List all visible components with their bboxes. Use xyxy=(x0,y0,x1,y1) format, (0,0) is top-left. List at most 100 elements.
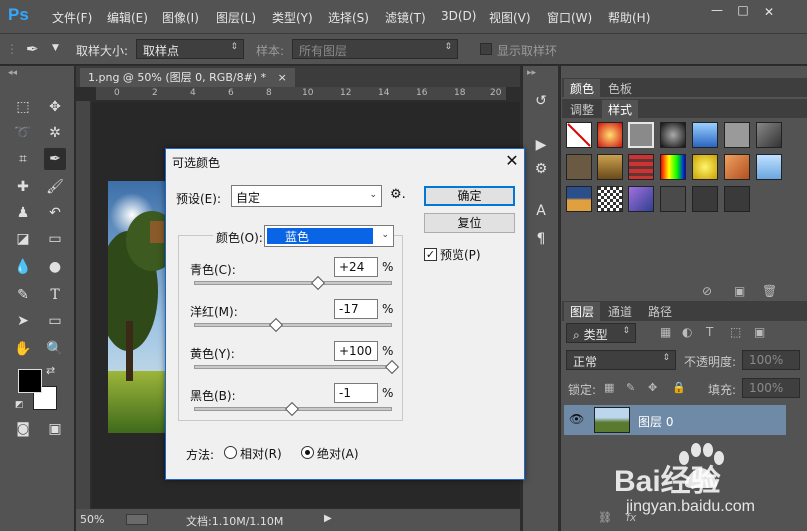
menu-window[interactable]: 窗口(W) xyxy=(547,9,592,26)
style-swatch[interactable] xyxy=(724,122,750,148)
minimize-button[interactable]: — xyxy=(706,2,728,18)
foreground-color-swatch[interactable] xyxy=(18,369,42,393)
actions-panel-icon[interactable]: ▶ xyxy=(530,134,552,156)
style-swatch[interactable] xyxy=(597,122,623,148)
ok-button[interactable]: 确定 xyxy=(424,186,515,206)
tab-color[interactable]: 颜色 xyxy=(564,79,601,98)
screen-mode-icon[interactable]: ▣ xyxy=(44,418,66,440)
layer-style-icon[interactable]: fx xyxy=(626,511,636,524)
tab-channels[interactable]: 通道 xyxy=(602,302,638,321)
healing-brush-tool-icon[interactable]: ✚ xyxy=(12,176,34,198)
preview-checkbox[interactable]: ✓ xyxy=(424,248,437,261)
tab-paths[interactable]: 路径 xyxy=(642,302,678,321)
lock-pixels-icon[interactable]: ✎ xyxy=(626,381,635,394)
clear-style-icon[interactable]: ⊘ xyxy=(702,284,712,298)
visibility-eye-icon[interactable]: 👁 xyxy=(569,412,584,426)
swap-colors-icon[interactable]: ⇄ xyxy=(46,364,55,377)
maximize-button[interactable]: □ xyxy=(732,2,754,18)
style-swatch[interactable] xyxy=(724,154,750,180)
show-ring-checkbox[interactable] xyxy=(480,43,492,55)
style-swatch[interactable] xyxy=(628,186,654,212)
tab-adjustments[interactable]: 调整 xyxy=(564,100,600,119)
lock-all-icon[interactable]: 🔒 xyxy=(672,381,686,394)
quick-mask-icon[interactable]: ◙ xyxy=(12,418,34,440)
move-tool-icon[interactable]: ✥ xyxy=(44,96,66,118)
menu-edit[interactable]: 编辑(E) xyxy=(107,9,148,26)
tab-styles[interactable]: 样式 xyxy=(602,100,639,119)
menu-type[interactable]: 类型(Y) xyxy=(272,9,313,26)
style-swatch[interactable] xyxy=(566,154,592,180)
dialog-close-button[interactable]: ✕ xyxy=(502,151,522,171)
menu-file[interactable]: 文件(F) xyxy=(52,9,92,26)
status-preview-icon[interactable] xyxy=(126,514,148,525)
status-menu-arrow-icon[interactable]: ▶ xyxy=(324,513,332,524)
path-selection-tool-icon[interactable]: ➤ xyxy=(12,310,34,332)
chevron-down-icon[interactable]: ▼ xyxy=(52,43,59,53)
filter-type-icon[interactable]: T xyxy=(706,325,713,339)
character-panel-icon[interactable]: A xyxy=(530,200,552,222)
style-swatch[interactable] xyxy=(566,122,592,148)
style-swatch[interactable] xyxy=(597,154,623,180)
style-swatch[interactable] xyxy=(692,154,718,180)
sample-select[interactable]: 所有图层 ⇕ xyxy=(292,39,458,59)
type-tool-icon[interactable]: T xyxy=(44,284,66,306)
layer-row[interactable]: 👁 图层 0 xyxy=(564,405,786,435)
menu-image[interactable]: 图像(I) xyxy=(162,9,199,26)
style-swatch[interactable] xyxy=(756,154,782,180)
sample-size-select[interactable]: 取样点 ⇕ xyxy=(136,39,244,59)
style-swatch[interactable] xyxy=(597,186,623,212)
style-swatch[interactable] xyxy=(692,122,718,148)
tab-swatches[interactable]: 色板 xyxy=(602,79,638,98)
brush-tool-icon[interactable]: 🖌 xyxy=(44,176,66,198)
history-panel-icon[interactable]: ↺ xyxy=(530,90,552,112)
fill-input[interactable]: 100% xyxy=(742,378,800,398)
preset-select[interactable]: 自定 ⌄ xyxy=(231,185,382,207)
delete-style-icon[interactable]: 🗑 xyxy=(762,284,777,298)
clone-stamp-tool-icon[interactable]: ♟ xyxy=(12,202,34,224)
eraser-tool-icon[interactable]: ◪ xyxy=(12,228,34,250)
magenta-slider-track[interactable] xyxy=(194,323,392,327)
menu-filter[interactable]: 滤镜(T) xyxy=(385,9,426,26)
cyan-slider-track[interactable] xyxy=(194,281,392,285)
filter-pixel-icon[interactable]: ▦ xyxy=(660,325,671,339)
blur-tool-icon[interactable]: 💧 xyxy=(12,256,34,278)
style-swatch[interactable] xyxy=(628,122,654,148)
collapse-icon[interactable]: ▸▸ xyxy=(527,68,536,78)
eyedropper-tool-icon[interactable]: ✒ xyxy=(44,148,66,170)
black-input[interactable]: -1 xyxy=(334,383,378,403)
yellow-input[interactable]: +100 xyxy=(334,341,378,361)
crop-tool-icon[interactable]: ⌗ xyxy=(12,148,34,170)
colors-select[interactable]: 蓝色 ⌄ xyxy=(264,225,394,247)
absolute-radio[interactable] xyxy=(301,446,314,459)
zoom-level[interactable]: 50% xyxy=(80,513,104,526)
properties-panel-icon[interactable]: ⚙ xyxy=(530,158,552,180)
magenta-input[interactable]: -17 xyxy=(334,299,378,319)
style-swatch[interactable] xyxy=(660,122,686,148)
style-swatch[interactable] xyxy=(724,186,750,212)
filter-adjustment-icon[interactable]: ◐ xyxy=(682,325,692,339)
style-swatch[interactable] xyxy=(692,186,718,212)
lock-position-icon[interactable]: ✥ xyxy=(648,381,657,394)
link-layers-icon[interactable]: ⛓ xyxy=(598,511,612,524)
opacity-input[interactable]: 100% xyxy=(742,350,800,370)
style-swatch[interactable] xyxy=(660,154,686,180)
history-brush-tool-icon[interactable]: ↶ xyxy=(44,202,66,224)
rectangle-tool-icon[interactable]: ▭ xyxy=(44,310,66,332)
lock-transparency-icon[interactable]: ▦ xyxy=(604,381,614,394)
layer-kind-filter[interactable]: ⌕ 类型 ⇕ xyxy=(566,323,636,343)
magic-wand-tool-icon[interactable]: ✲ xyxy=(44,122,66,144)
style-swatch[interactable] xyxy=(566,186,592,212)
close-window-button[interactable]: ✕ xyxy=(758,4,780,20)
menu-layer[interactable]: 图层(L) xyxy=(216,9,256,26)
style-swatch[interactable] xyxy=(660,186,686,212)
menu-help[interactable]: 帮助(H) xyxy=(608,9,650,26)
menu-3d[interactable]: 3D(D) xyxy=(441,9,476,23)
menu-select[interactable]: 选择(S) xyxy=(328,9,369,26)
yellow-slider-track[interactable] xyxy=(194,365,392,369)
style-swatch[interactable] xyxy=(628,154,654,180)
relative-radio[interactable] xyxy=(224,446,237,459)
preset-options-gear-icon[interactable]: ⚙. xyxy=(390,187,406,202)
paragraph-panel-icon[interactable]: ¶ xyxy=(530,228,552,250)
default-colors-icon[interactable]: ◩ xyxy=(15,400,24,410)
marquee-tool-icon[interactable]: ⬚ xyxy=(12,96,34,118)
